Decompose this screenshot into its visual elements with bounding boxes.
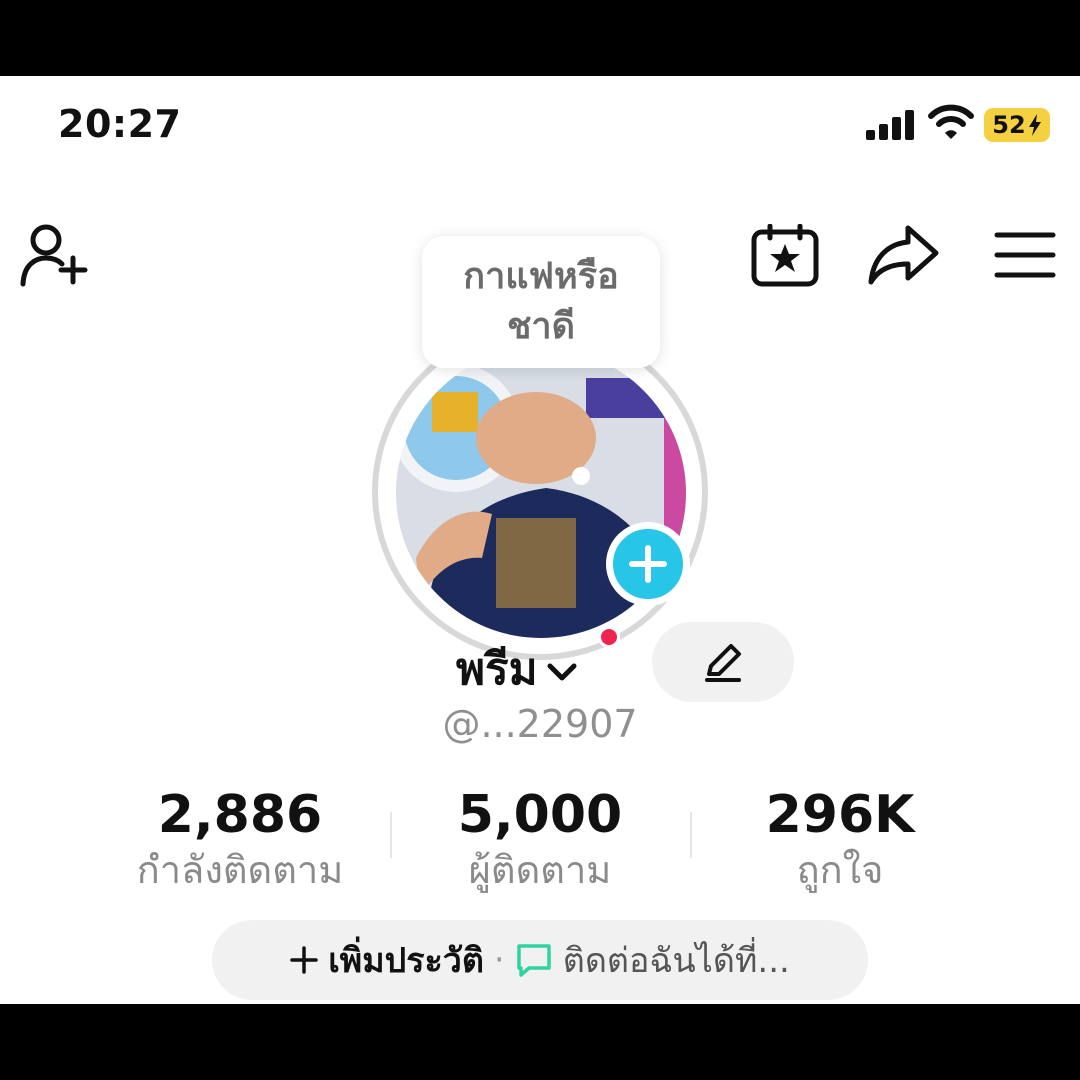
display-name: พรีม xyxy=(456,644,538,695)
notification-dot xyxy=(598,626,620,648)
followers-count: 5,000 xyxy=(457,785,623,845)
likes-label: ถูกใจ xyxy=(796,848,884,892)
username-handle: @...22907 xyxy=(442,702,638,746)
status-time: 20:27 xyxy=(58,102,182,146)
letterbox-bottom xyxy=(0,1004,1080,1080)
note-bubble[interactable]: กาแฟหรือ ชาดี xyxy=(422,236,660,368)
following-count: 2,886 xyxy=(157,785,323,845)
note-text-line1: กาแฟหรือ xyxy=(463,256,619,297)
profile-screen: 20:27 52 กาแฟหรือ ชาดี พรีม @...22907 2,… xyxy=(0,76,1080,1004)
contact-label: ติดต่อฉันได้ที่... xyxy=(562,941,790,981)
menu-icon[interactable] xyxy=(994,230,1056,280)
chat-bubble-icon xyxy=(516,944,551,977)
chevron-down-icon xyxy=(547,663,577,681)
note-text-line2: ชาดี xyxy=(506,306,576,347)
plus-icon xyxy=(290,946,318,974)
calendar-star-icon[interactable] xyxy=(750,224,820,288)
likes-stat[interactable]: 296K ถูกใจ xyxy=(690,784,990,894)
edit-profile-button[interactable] xyxy=(652,622,794,702)
followers-label: ผู้ติดตาม xyxy=(468,848,612,892)
add-bio-label: เพิ่มประวัติ xyxy=(328,941,484,981)
bio-separator: · xyxy=(493,940,505,980)
add-bio-button[interactable]: เพิ่มประวัติ xyxy=(290,933,484,987)
cellular-signal-icon xyxy=(866,110,914,140)
battery-percent: 52 xyxy=(992,111,1026,139)
charging-bolt-icon xyxy=(1028,114,1041,136)
add-friend-icon[interactable] xyxy=(18,220,92,290)
battery-indicator: 52 xyxy=(984,108,1050,142)
following-stat[interactable]: 2,886 กำลังติดตาม xyxy=(90,784,390,894)
add-story-button[interactable] xyxy=(606,522,690,606)
bio-bar: เพิ่มประวัติ · ติดต่อฉันได้ที่... xyxy=(212,920,868,1000)
account-switcher[interactable]: พรีม xyxy=(456,634,578,704)
letterbox-top xyxy=(0,0,1080,76)
likes-count: 296K xyxy=(765,785,915,845)
plus-icon xyxy=(629,545,667,583)
following-label: กำลังติดตาม xyxy=(136,848,344,892)
contact-button[interactable]: ติดต่อฉันได้ที่... xyxy=(515,933,790,987)
followers-stat[interactable]: 5,000 ผู้ติดตาม xyxy=(390,784,690,894)
share-icon[interactable] xyxy=(866,222,942,288)
wifi-icon xyxy=(928,104,974,139)
pencil-icon xyxy=(705,644,741,682)
